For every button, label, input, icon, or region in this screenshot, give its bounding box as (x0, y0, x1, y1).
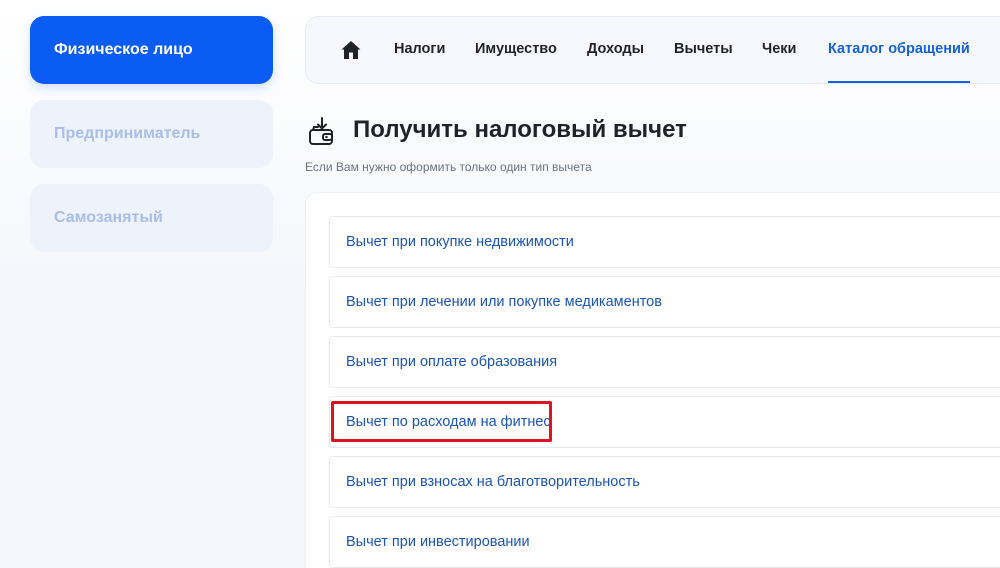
page-title: Получить налоговый вычет (353, 116, 687, 143)
list-item-label: Вычет при взносах на благотворительность (346, 474, 640, 490)
deduction-item-education[interactable]: Вычет при оплате образования (329, 336, 1000, 388)
list-item-label: Вычет при покупке недвижимости (346, 234, 574, 250)
list-item-label: Вычет при лечении или покупке медикамент… (346, 294, 662, 310)
wallet-download-icon (309, 117, 333, 145)
sidebar-item-label: Самозанятый (54, 209, 163, 226)
deduction-item-fitness[interactable]: Вычет по расходам на фитнес (329, 396, 1000, 448)
sidebar-item-label: Физическое лицо (54, 41, 193, 58)
deduction-item-investment[interactable]: Вычет при инвестировании (329, 516, 1000, 568)
sidebar-item-entrepreneur[interactable]: Предприниматель (30, 100, 273, 168)
sidebar-item-self-employed[interactable]: Самозанятый (30, 184, 273, 252)
sidebar-item-individual[interactable]: Физическое лицо (30, 16, 273, 84)
list-item-label: Вычет по расходам на фитнес (346, 414, 551, 430)
top-navigation: Налоги Имущество Доходы Вычеты Чеки Ката… (305, 16, 1000, 84)
deduction-item-medical[interactable]: Вычет при лечении или покупке медикамент… (329, 276, 1000, 328)
home-icon[interactable] (340, 39, 362, 61)
nav-receipts[interactable]: Чеки (762, 17, 796, 83)
page-subtitle: Если Вам нужно оформить только один тип … (305, 160, 592, 174)
sidebar-item-label: Предприниматель (54, 125, 201, 142)
list-item-label: Вычет при оплате образования (346, 354, 558, 370)
nav-taxes[interactable]: Налоги (394, 17, 445, 83)
nav-property[interactable]: Имущество (475, 17, 557, 83)
deduction-item-charity[interactable]: Вычет при взносах на благотворительность (329, 456, 1000, 508)
list-item-label: Вычет при инвестировании (346, 534, 530, 550)
nav-income[interactable]: Доходы (587, 17, 644, 83)
nav-deductions[interactable]: Вычеты (674, 17, 733, 83)
deduction-item-real-estate[interactable]: Вычет при покупке недвижимости (329, 216, 1000, 268)
nav-request-catalog[interactable]: Каталог обращений (828, 17, 970, 83)
